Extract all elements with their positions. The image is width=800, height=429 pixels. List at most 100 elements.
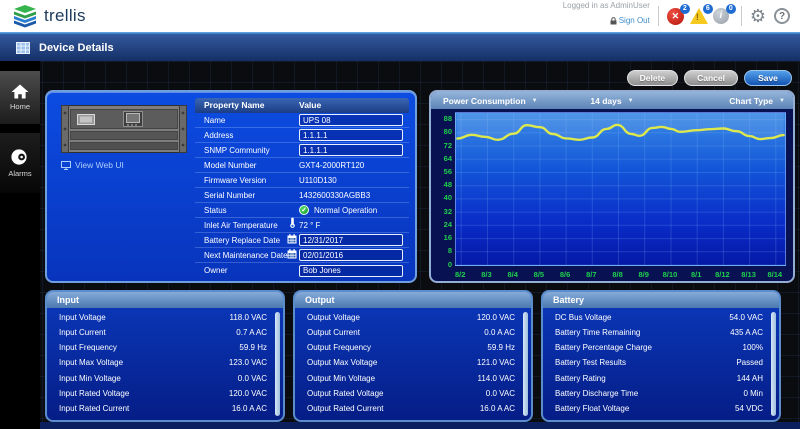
scrollbar[interactable] xyxy=(523,312,528,416)
user-block: Logged in as AdminUser Sign Out xyxy=(563,1,650,31)
delete-button[interactable]: Delete xyxy=(627,70,679,86)
power-consumption-chart-panel: Power Consumption ▼ 14 days ▼ Chart Type… xyxy=(429,90,795,283)
stat-value: 59.9 Hz xyxy=(487,343,515,352)
stat-value: 100% xyxy=(743,343,763,352)
stat-value: 59.9 Hz xyxy=(239,343,267,352)
stat-label: Output Rated Current xyxy=(307,404,383,413)
stat-label: Input Min Voltage xyxy=(59,374,121,383)
stat-label: Output Min Voltage xyxy=(307,374,375,383)
stat-row-battery-discharge-time: Battery Discharge Time0 Min xyxy=(543,389,769,398)
stat-row-output-rated-current: Output Rated Current 16.0 A AC xyxy=(295,404,521,413)
x-tick-label: 8/1 xyxy=(683,270,709,279)
x-tick-label: 8/6 xyxy=(552,270,578,279)
stat-row-input-current: Input Current0.7 A AC xyxy=(47,328,273,337)
save-button[interactable]: Save xyxy=(744,70,792,86)
stat-panels-row: Input Input Voltage118.0 VAC Input Current… xyxy=(45,290,781,422)
owner-input[interactable] xyxy=(299,265,403,277)
lock-icon xyxy=(610,17,617,25)
stat-label: Output Max Voltage xyxy=(307,358,377,367)
property-label: Address xyxy=(204,131,233,140)
divider xyxy=(741,6,742,26)
info-alerts-button[interactable]: i 0 xyxy=(713,6,733,26)
warning-count-badge: 6 xyxy=(703,4,713,14)
view-web-ui-link[interactable]: View Web UI xyxy=(61,160,124,170)
info-count-badge: 0 xyxy=(726,4,736,14)
chart-type-dropdown[interactable]: Chart Type ▼ xyxy=(729,96,785,106)
critical-alerts-button[interactable]: ✕ 2 xyxy=(667,6,687,26)
snmp-community-input[interactable] xyxy=(299,144,403,156)
stat-label: Input Max Voltage xyxy=(59,358,123,367)
stat-value: 118.0 VAC xyxy=(229,313,267,322)
address-input[interactable] xyxy=(299,129,403,141)
scrollbar[interactable] xyxy=(275,312,280,416)
stat-value: 0.0 A AC xyxy=(484,328,515,337)
panel-title: Output xyxy=(295,292,531,308)
alert-summary: ✕ 2 ! 6 i 0 xyxy=(667,6,733,26)
stat-label: Output Frequency xyxy=(307,343,371,352)
stat-row-input-voltage: Input Voltage118.0 VAC xyxy=(47,313,273,322)
stat-row-output-current: Output Current 0.0 A AC xyxy=(295,328,521,337)
value-header: Value xyxy=(299,98,321,113)
chart-type-label: Chart Type xyxy=(729,96,773,106)
settings-gear-icon[interactable]: ⚙ xyxy=(750,7,766,25)
stat-value: 0 Min xyxy=(743,389,763,398)
property-row-serial-number: Serial Number1432600330AGBB3 xyxy=(195,188,409,203)
top-bar: trellis Logged in as AdminUser Sign Out … xyxy=(0,0,800,32)
stat-value: 0.0 VAC xyxy=(486,389,515,398)
stat-row-battery-percentage-charge: Battery Percentage Charge 100% xyxy=(543,343,769,352)
chart-plot-area xyxy=(455,112,786,266)
cancel-button[interactable]: Cancel xyxy=(684,70,738,86)
device-grid-icon xyxy=(16,42,30,54)
sidebar-item-home[interactable]: Home xyxy=(0,71,40,125)
y-tick-label: 56 xyxy=(431,167,452,176)
stat-value: 0.0 VAC xyxy=(238,374,267,383)
app-window: trellis Logged in as AdminUser Sign Out … xyxy=(0,0,800,429)
time-range-label: 14 days xyxy=(590,96,621,106)
panel-output: OutputOutput Voltage120.0 VACOutput Curr… xyxy=(293,290,533,422)
sign-out-link[interactable]: Sign Out xyxy=(610,16,650,26)
stat-value: 16.0 A AC xyxy=(232,404,267,413)
property-row-status: Status✓Normal Operation xyxy=(195,203,409,218)
stat-label: Battery Percentage Charge xyxy=(555,343,652,352)
property-table-header: Property Name Value xyxy=(195,98,409,113)
x-tick-label: 8/4 xyxy=(500,270,526,279)
x-tick-label: 8/2 xyxy=(447,270,473,279)
stat-row-output-max-voltage: Output Max Voltage 121.0 VAC xyxy=(295,358,521,367)
help-icon[interactable]: ? xyxy=(774,8,790,24)
property-row-owner: Owner xyxy=(195,263,409,278)
sign-out-label: Sign Out xyxy=(619,16,650,26)
name-input[interactable] xyxy=(299,114,403,126)
stat-value: 121.0 VAC xyxy=(477,358,515,367)
power-consumption-line xyxy=(456,113,785,265)
property-row-snmp-community: SNMP Community xyxy=(195,143,409,158)
stat-label: Input Rated Current xyxy=(59,404,129,413)
warning-alerts-button[interactable]: ! 6 xyxy=(690,6,710,26)
property-table: Property Name Value NameAddressSNMP Comm… xyxy=(195,98,409,278)
scrollbar[interactable] xyxy=(771,312,776,416)
property-label: SNMP Community xyxy=(204,146,270,155)
stat-value: Passed xyxy=(736,358,763,367)
stat-value: 144 AH xyxy=(737,374,763,383)
y-tick-label: 24 xyxy=(431,220,452,229)
divider xyxy=(658,6,659,26)
page-title-bar: Device Details xyxy=(0,35,800,61)
stat-row-input-max-voltage: Input Max Voltage123.0 VAC xyxy=(47,358,273,367)
sidebar-item-alarms[interactable]: Alarms xyxy=(0,133,40,193)
x-tick-label: 8/14 xyxy=(762,270,788,279)
next-maintenance-date-input[interactable] xyxy=(299,249,403,261)
alarm-icon xyxy=(10,148,30,166)
inlet-air-temperature-value: 72 ° F xyxy=(299,221,320,230)
chart-header: Power Consumption ▼ 14 days ▼ Chart Type… xyxy=(431,92,793,109)
panel-battery: BatteryDC Bus Voltage54.0 VACBattery Tim… xyxy=(541,290,781,422)
battery-replace-date-input[interactable] xyxy=(299,234,403,246)
y-tick-label: 0 xyxy=(431,260,452,269)
stat-value: 16.0 A AC xyxy=(480,404,515,413)
stat-label: Input Rated Voltage xyxy=(59,389,129,398)
firmware-version-value: U110D130 xyxy=(299,176,337,185)
chevron-down-icon: ▼ xyxy=(779,98,785,104)
device-image xyxy=(61,105,187,153)
panel-title: Input xyxy=(47,292,283,308)
stat-row-output-frequency: Output Frequency 59.9 Hz xyxy=(295,343,521,352)
status-value: Normal Operation xyxy=(314,206,377,215)
stat-label: Output Current xyxy=(307,328,360,337)
